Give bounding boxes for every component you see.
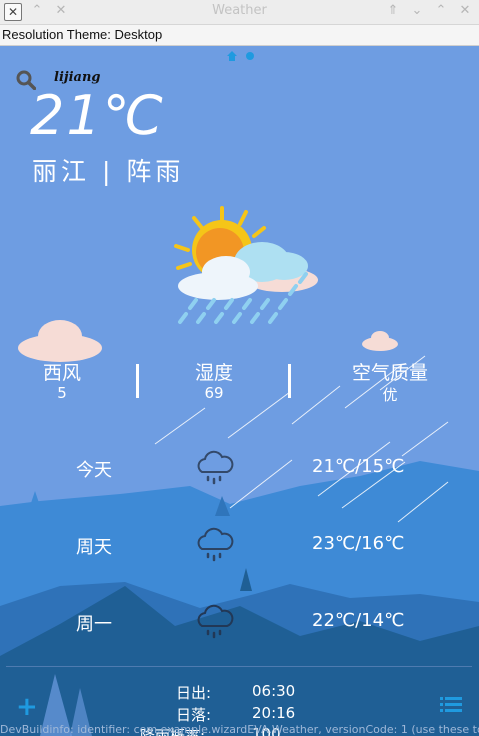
forecast-day: 周一 — [76, 614, 112, 635]
rain-cloud-icon — [197, 450, 234, 485]
forecast-temperature: 23℃/16℃ — [312, 533, 405, 554]
sunrise-time: 06:30 — [252, 682, 296, 700]
debug-info-text: DevBuildinfo: identifier: com.example.wi… — [0, 723, 479, 736]
rain-cloud-icon — [197, 527, 234, 562]
forecast-temperature: 22℃/14℃ — [312, 610, 405, 631]
weather-screen: lijiang 21℃ 丽江 | 阵雨 西风 5 湿度 69 空气质量 优 今天… — [0, 46, 479, 736]
location-condition: 丽江 | 阵雨 — [32, 157, 185, 186]
decorative-cloud-small-icon — [362, 331, 398, 351]
sunrise-label: 日出: — [176, 684, 212, 702]
stat-divider — [136, 364, 139, 398]
current-temperature: 21℃ — [30, 84, 166, 147]
maximize-icon[interactable]: ⌃ — [432, 2, 450, 20]
stat-divider — [288, 364, 291, 398]
window-titlebar: ✕ ⌃ ✕ Weather ⇑ ⌄ ⌃ ✕ — [0, 0, 479, 25]
minimize-icon[interactable]: ⌄ — [408, 2, 426, 20]
close-icon[interactable]: ✕ — [456, 2, 474, 20]
city-search-input[interactable]: lijiang — [54, 70, 100, 85]
sun-cloud-rain-icon — [174, 206, 318, 324]
page-indicator[interactable] — [226, 50, 256, 62]
city-list-icon[interactable] — [440, 696, 462, 714]
air-quality-label: 空气质量 — [351, 362, 428, 384]
rain-cloud-icon — [197, 604, 234, 639]
wind-direction-label: 西风 — [42, 362, 81, 384]
sunset-time: 20:16 — [252, 704, 296, 722]
humidity-label: 湿度 — [194, 362, 233, 384]
theme-label: Resolution Theme: Desktop — [2, 27, 163, 42]
sunset-label: 日落: — [176, 706, 212, 724]
humidity-value: 69 — [204, 384, 224, 402]
air-quality-value: 优 — [382, 386, 398, 404]
forecast-day: 周天 — [76, 537, 112, 558]
section-divider — [6, 666, 472, 667]
add-city-button[interactable]: + — [16, 692, 38, 722]
wind-level-value: 5 — [57, 384, 67, 402]
forecast-day: 今天 — [76, 460, 112, 481]
theme-bar: Resolution Theme: Desktop — [0, 25, 479, 46]
forecast-temperature: 21℃/15℃ — [312, 456, 405, 477]
shade-icon[interactable]: ⇑ — [384, 2, 402, 20]
